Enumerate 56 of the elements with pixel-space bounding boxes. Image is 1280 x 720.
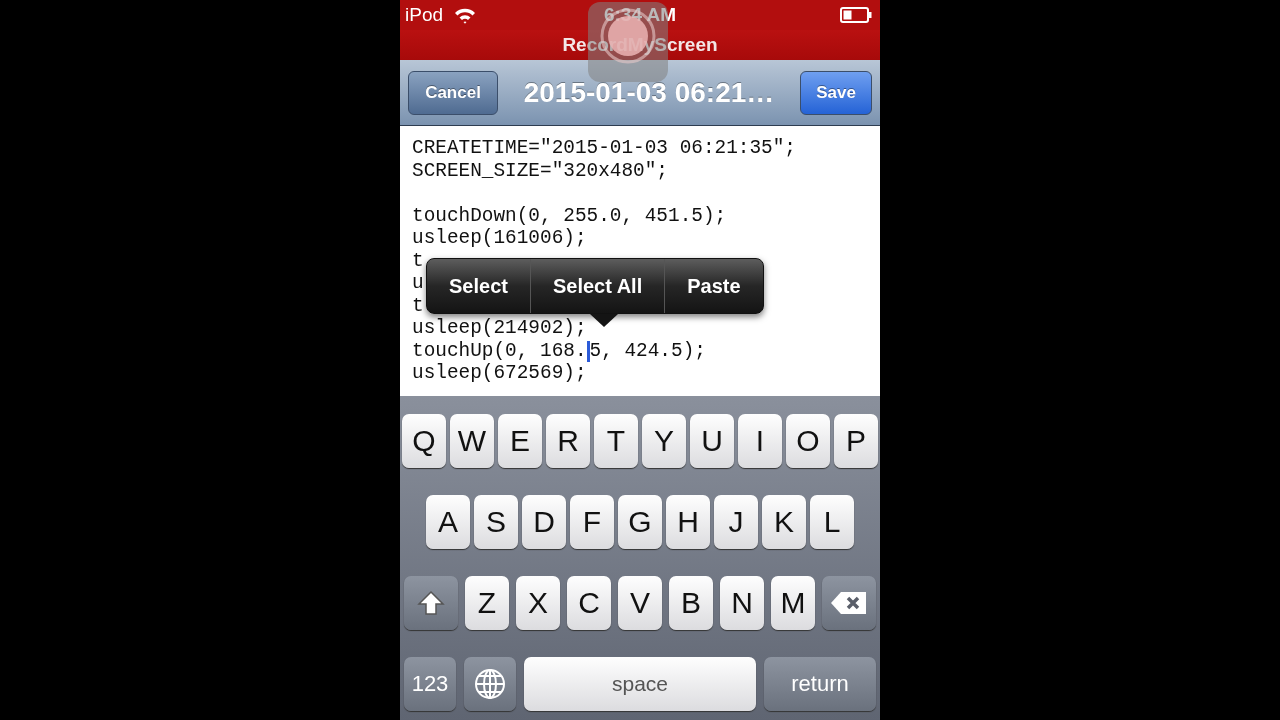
navigation-title: 2015-01-03 06:21… — [523, 76, 775, 109]
globe-key[interactable] — [464, 657, 516, 711]
code-line: SCREEN_SIZE="320x480"; — [412, 159, 668, 182]
numbers-key[interactable]: 123 — [404, 657, 456, 711]
code-line: usleep(214902); — [412, 317, 587, 340]
letter-key[interactable]: V — [618, 576, 662, 630]
letter-key[interactable]: S — [474, 495, 518, 549]
shift-arrow-icon — [417, 590, 445, 616]
code-line: usleep(161006); — [412, 227, 587, 250]
wifi-icon — [453, 6, 478, 24]
save-button[interactable]: Save — [800, 70, 872, 115]
letter-key[interactable]: Y — [642, 414, 686, 468]
letter-key[interactable]: H — [666, 495, 710, 549]
letter-key[interactable]: G — [618, 495, 662, 549]
letter-key[interactable]: J — [714, 495, 758, 549]
battery-icon — [840, 7, 872, 23]
letter-key[interactable]: O — [786, 414, 830, 468]
letter-key[interactable]: T — [594, 414, 638, 468]
space-key[interactable]: space — [524, 657, 756, 711]
letter-key[interactable]: F — [570, 495, 614, 549]
letter-key[interactable]: P — [834, 414, 878, 468]
shift-key[interactable] — [404, 576, 458, 630]
letter-key[interactable]: A — [426, 495, 470, 549]
letter-key[interactable]: N — [720, 576, 764, 630]
delete-key[interactable] — [822, 576, 876, 630]
letter-key[interactable]: M — [771, 576, 815, 630]
letter-key[interactable]: K — [762, 495, 806, 549]
code-line: u — [412, 272, 424, 295]
letter-key[interactable]: E — [498, 414, 542, 468]
backspace-icon — [830, 591, 868, 615]
letter-key[interactable]: R — [546, 414, 590, 468]
device-name: iPod — [405, 4, 444, 26]
globe-icon — [474, 668, 506, 700]
code-line: touchUp(0, 168. — [412, 339, 587, 362]
menu-item[interactable]: Paste — [665, 259, 763, 313]
code-line: 5, 424.5); — [589, 339, 706, 362]
letter-key[interactable]: L — [810, 495, 854, 549]
menu-item[interactable]: Select All — [530, 259, 665, 313]
letter-key[interactable]: Q — [402, 414, 446, 468]
letter-key[interactable]: W — [450, 414, 494, 468]
letter-key[interactable]: D — [522, 495, 566, 549]
code-line: touchDown(0, 255.0, 451.5); — [412, 204, 727, 227]
code-line: t — [412, 249, 424, 272]
menu-item[interactable]: Select — [427, 259, 530, 313]
letter-key[interactable]: B — [669, 576, 713, 630]
cancel-button[interactable]: Cancel — [408, 70, 498, 115]
menu-pointer — [590, 314, 618, 327]
return-key[interactable]: return — [764, 657, 876, 711]
code-line: t — [412, 294, 424, 317]
letter-key[interactable]: C — [567, 576, 611, 630]
letter-key[interactable]: Z — [465, 576, 509, 630]
letter-key[interactable]: U — [690, 414, 734, 468]
text-cursor — [586, 340, 590, 362]
code-line: CREATETIME="2015-01-03 06:21:35"; — [412, 137, 796, 160]
letter-key[interactable]: X — [516, 576, 560, 630]
letter-key[interactable]: I — [738, 414, 782, 468]
